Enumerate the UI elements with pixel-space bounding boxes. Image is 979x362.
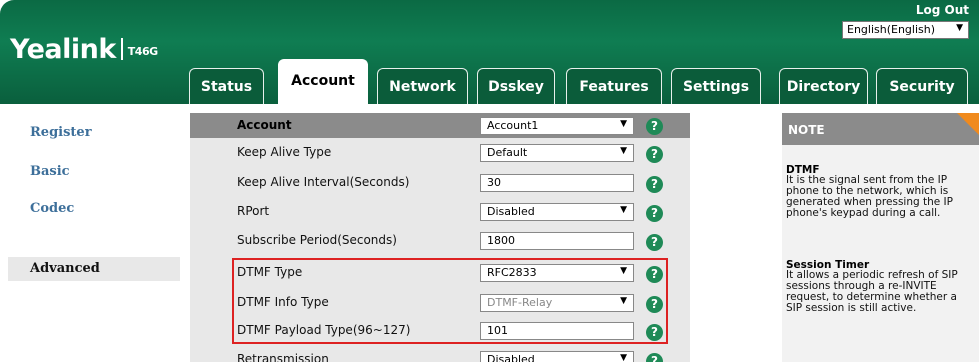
account-value: Account1 (487, 119, 539, 132)
dtmf-type-label: DTMF Type (237, 265, 303, 279)
yealink-logo: Yealink T46G (10, 34, 158, 65)
help-icon[interactable]: ? (646, 205, 663, 222)
language-value: English(English) (847, 23, 936, 36)
tab-account[interactable]: Account (278, 59, 368, 104)
help-icon[interactable]: ? (646, 146, 663, 163)
subscribe-period-input[interactable]: 1800 (480, 232, 634, 250)
subscribe-period-label: Subscribe Period(Seconds) (237, 233, 397, 247)
account-label: Account (237, 118, 292, 132)
logout-link[interactable]: Log Out (916, 3, 969, 17)
keep-alive-type-label: Keep Alive Type (237, 145, 332, 159)
account-select[interactable]: Account1 ▼ (480, 117, 634, 135)
keep-alive-type-value: Default (487, 146, 528, 159)
sidebar-item-codec[interactable]: Codec (30, 201, 74, 216)
tab-directory[interactable]: Directory (779, 68, 868, 104)
dtmf-info-type-value: DTMF-Relay (487, 296, 553, 309)
note-session-timer-text: It allows a periodic refresh of SIP sess… (786, 269, 958, 314)
note-panel: NOTE DTMF It is the signal sent from the… (782, 113, 979, 362)
chevron-down-icon: ▼ (620, 266, 627, 276)
note-header: NOTE (782, 113, 979, 145)
help-icon[interactable]: ? (646, 234, 663, 251)
keep-alive-interval-input[interactable]: 30 (480, 174, 634, 192)
chevron-down-icon: ▼ (620, 119, 627, 129)
logo-divider (120, 38, 123, 60)
header-bar: Yealink T46G Log Out English(English) ▼ S… (0, 0, 979, 104)
dtmf-info-type-label: DTMF Info Type (237, 295, 329, 309)
note-corner-decoration (957, 113, 979, 135)
chevron-down-icon: ▼ (620, 205, 627, 215)
dtmf-type-select[interactable]: RFC2833 ▼ (480, 264, 634, 282)
account-advanced-form: Account Account1 ▼ ? Keep Alive Type Def… (190, 113, 690, 362)
language-select[interactable]: English(English) ▼ (842, 21, 969, 39)
chevron-down-icon: ▼ (620, 296, 627, 306)
logo-text: Yealink (10, 34, 116, 65)
tab-settings[interactable]: Settings (671, 68, 761, 104)
keep-alive-type-select[interactable]: Default ▼ (480, 144, 634, 162)
keep-alive-interval-label: Keep Alive Interval(Seconds) (237, 175, 410, 189)
help-icon[interactable]: ? (646, 324, 663, 341)
tab-dsskey[interactable]: Dsskey (477, 68, 555, 104)
help-icon[interactable]: ? (646, 296, 663, 313)
chevron-down-icon: ▼ (620, 353, 627, 362)
tab-network[interactable]: Network (377, 68, 468, 104)
sidebar-item-register[interactable]: Register (30, 125, 92, 140)
chevron-down-icon: ▼ (956, 23, 963, 33)
dtmf-payload-type-label: DTMF Payload Type(96~127) (237, 323, 411, 337)
help-icon[interactable]: ? (646, 176, 663, 193)
dtmf-type-value: RFC2833 (487, 266, 537, 279)
note-dtmf-text: It is the signal sent from the IP phone … (786, 174, 953, 219)
sidebar-item-basic[interactable]: Basic (30, 164, 70, 179)
model-label: T46G (127, 45, 158, 58)
chevron-down-icon: ▼ (620, 146, 627, 156)
sidebar-item-advanced[interactable]: Advanced (30, 261, 100, 276)
rport-value: Disabled (487, 205, 535, 218)
help-icon[interactable]: ? (646, 353, 663, 362)
retransmission-select[interactable]: Disabled ▼ (480, 351, 634, 362)
tab-status[interactable]: Status (189, 68, 264, 104)
rport-select[interactable]: Disabled ▼ (480, 203, 634, 221)
dtmf-payload-type-input[interactable]: 101 (480, 322, 634, 340)
tab-security[interactable]: Security (876, 68, 968, 104)
help-icon[interactable]: ? (646, 266, 663, 283)
tab-features[interactable]: Features (566, 68, 662, 104)
retransmission-label: Retransmission (237, 352, 329, 362)
help-icon[interactable]: ? (646, 118, 663, 135)
rport-label: RPort (237, 204, 270, 218)
dtmf-info-type-select[interactable]: DTMF-Relay ▼ (480, 294, 634, 312)
retransmission-value: Disabled (487, 353, 535, 362)
